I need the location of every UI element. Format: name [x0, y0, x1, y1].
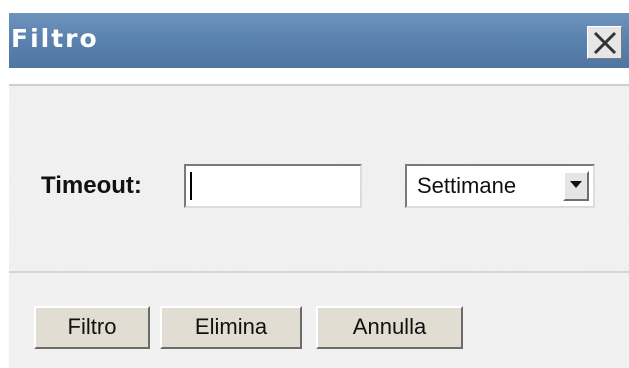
timeout-unit-select[interactable]: Settimane: [405, 164, 595, 208]
close-icon: [593, 31, 617, 55]
timeout-label: Timeout:: [41, 172, 142, 199]
dialog-content: Timeout: Settimane: [9, 84, 629, 271]
timeout-unit-value: Settimane: [417, 173, 517, 198]
dialog-title: Filtro: [11, 24, 99, 53]
dialog-titlebar: Filtro: [9, 13, 629, 68]
delete-button[interactable]: Elimina: [160, 306, 302, 349]
filter-dialog: Filtro Timeout: Settimane Filtro Elimina…: [9, 13, 629, 368]
dialog-footer: Filtro Elimina Annulla: [9, 271, 629, 368]
title-separator: [9, 68, 629, 84]
text-cursor: [190, 172, 192, 200]
cancel-button[interactable]: Annulla: [316, 306, 463, 349]
timeout-input[interactable]: [184, 164, 362, 208]
filter-button[interactable]: Filtro: [34, 306, 150, 349]
dropdown-button[interactable]: [563, 171, 589, 201]
dropdown-arrow-icon: [570, 181, 582, 188]
close-button[interactable]: [587, 26, 622, 59]
